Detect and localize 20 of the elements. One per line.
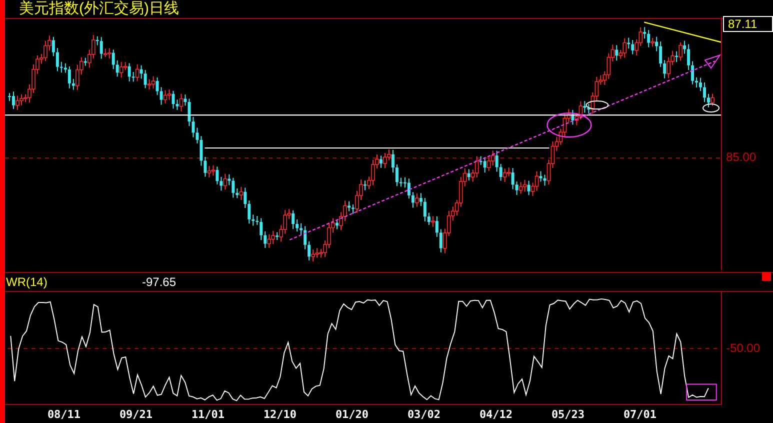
indicator-tick-label: -50.00 (726, 342, 760, 354)
date-label: 12/10 (262, 406, 298, 422)
chart-title: 美元指数(外汇交易)日线 (19, 1, 179, 16)
date-label: 08/11 (46, 406, 82, 422)
date-label: 03/02 (406, 406, 442, 422)
highlight-ellipse (586, 100, 609, 110)
date-label: 04/12 (478, 406, 514, 422)
highlight-ellipse (546, 112, 592, 138)
current-price-label: 87.11 (723, 16, 773, 32)
marker-square (762, 272, 771, 280)
date-label: 05/23 (550, 406, 586, 422)
highlight-ellipse (702, 103, 720, 112)
highlight-box (686, 383, 717, 400)
date-label: 01/20 (334, 406, 370, 422)
date-label: 07/01 (622, 406, 658, 422)
date-label: 11/01 (190, 406, 226, 422)
date-label: 09/21 (118, 406, 154, 422)
price-tick-label: 85.00 (726, 150, 756, 162)
indicator-name: WR(14) (6, 274, 48, 290)
indicator-value: -97.65 (142, 274, 176, 290)
